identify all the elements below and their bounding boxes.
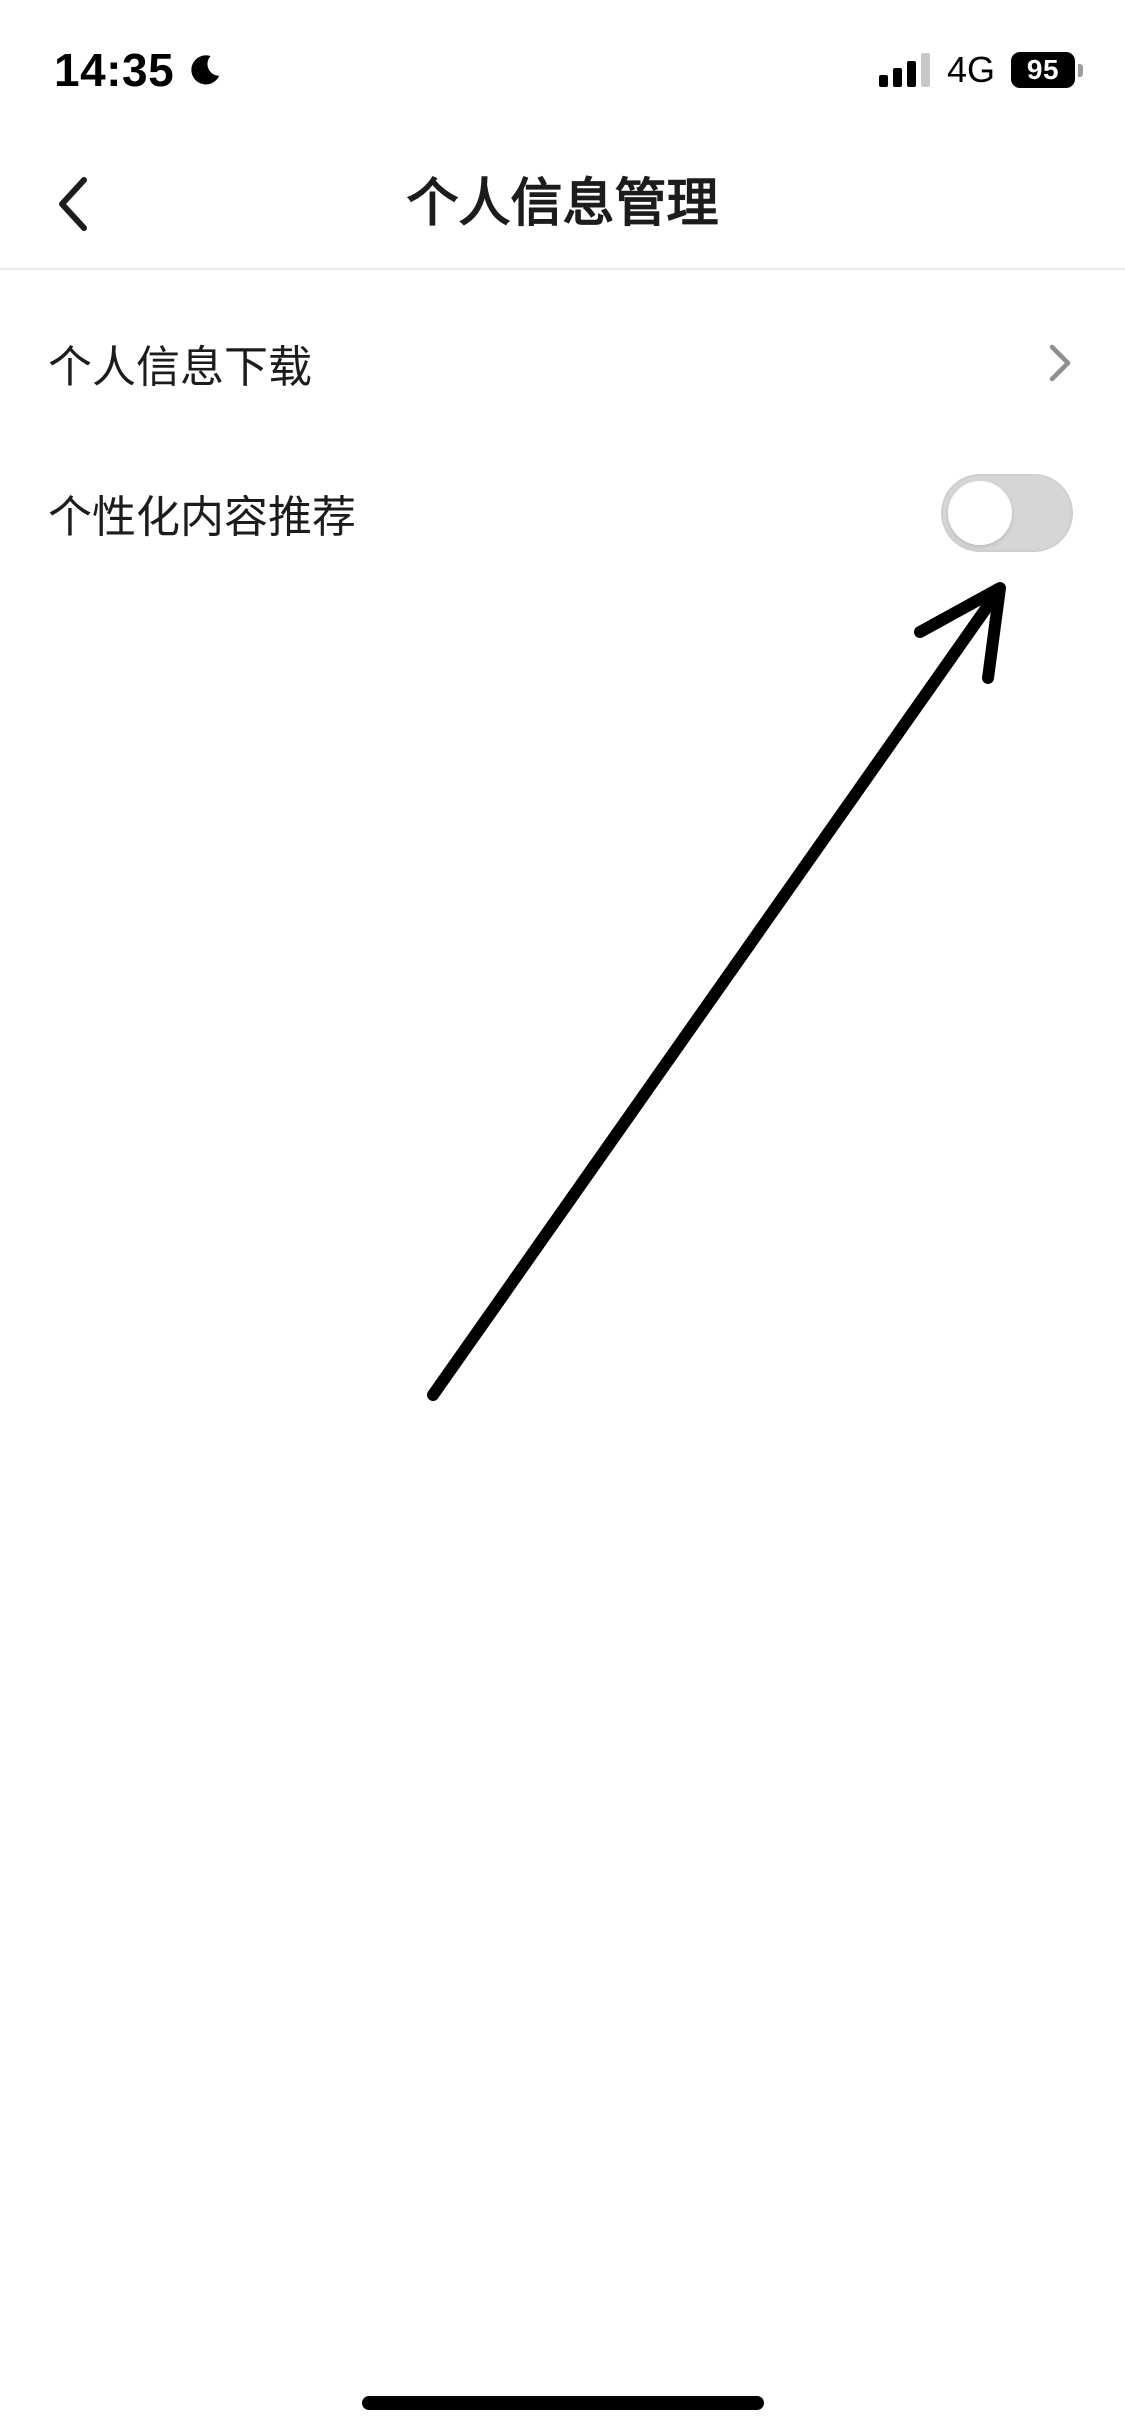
settings-list: 个人信息下载 个性化内容推荐	[0, 288, 1125, 588]
moon-icon	[186, 51, 224, 89]
nav-bar: 个人信息管理	[0, 140, 1125, 270]
personalized-recommendation-toggle[interactable]	[941, 474, 1073, 552]
row-label-personal-info-download: 个人信息下载	[48, 342, 312, 393]
battery-level: 95	[1026, 54, 1060, 85]
row-personal-info-download[interactable]: 个人信息下载	[0, 288, 1125, 438]
page-title: 个人信息管理	[406, 174, 719, 234]
home-indicator[interactable]	[362, 2396, 764, 2410]
signal-icon	[878, 53, 931, 87]
battery-body: 95	[1011, 52, 1075, 88]
screen: 14:35 4G 95 个人信息管理 个人信息下载 个性化内容推荐	[0, 0, 1125, 2436]
status-time-group: 14:35	[54, 40, 224, 100]
battery-icon: 95	[1011, 52, 1083, 88]
chevron-right-icon	[1049, 344, 1071, 382]
network-type: 4G	[946, 49, 995, 90]
row-label-personalized-recommendation: 个性化内容推荐	[48, 492, 356, 543]
status-time: 14:35	[54, 44, 175, 96]
battery-tip	[1078, 63, 1083, 77]
row-personalized-recommendation: 个性化内容推荐	[0, 438, 1125, 588]
status-bar: 14:35 4G 95	[0, 0, 1125, 140]
status-indicators: 4G 95	[878, 46, 1083, 94]
toggle-knob	[948, 481, 1012, 545]
